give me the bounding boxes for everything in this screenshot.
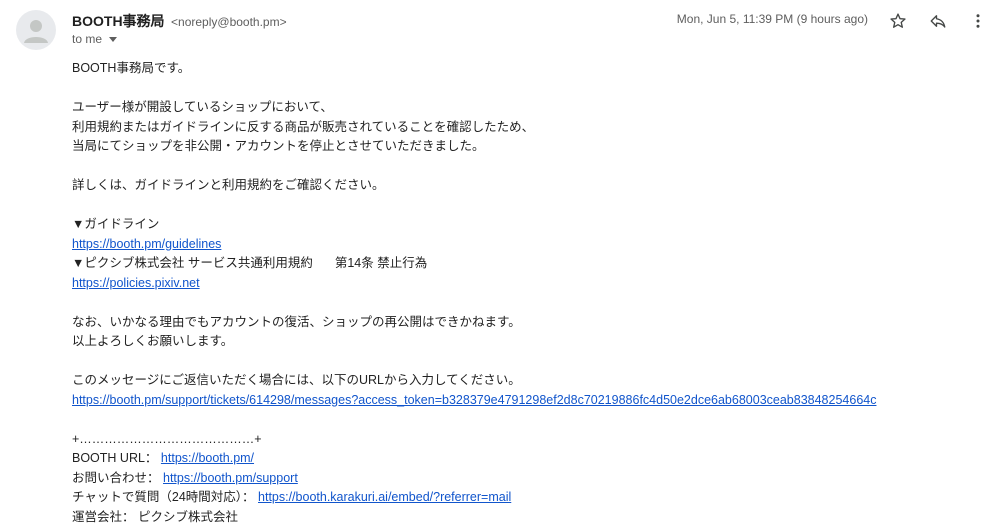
sender-avatar[interactable] [16, 10, 56, 50]
reply-icon [930, 15, 946, 28]
footer-company: 運営会社： ピクシブ株式会社 [72, 508, 992, 528]
footer-contact: お問い合わせ： https://booth.pm/support [72, 469, 992, 489]
contact-label: お問い合わせ： [72, 470, 160, 485]
footer-chat: チャットで質問（24時間対応）： https://booth.karakuri.… [72, 488, 992, 508]
support-ticket-link[interactable]: https://booth.pm/support/tickets/614298/… [72, 393, 876, 407]
chevron-down-icon [109, 37, 118, 42]
support-link[interactable]: https://booth.pm/support [163, 471, 298, 485]
company-label: 運営会社： [72, 509, 135, 524]
body-paragraph-line: 当局にてショップを非公開・アカウントを停止とさせていただきました。 [72, 139, 485, 153]
policies-link[interactable]: https://policies.pixiv.net [72, 276, 200, 290]
person-avatar-icon [24, 20, 48, 43]
body-paragraph-line: なお、いかなる理由でもアカウントの復活、ショップの再公開はできかねます。 [72, 314, 521, 329]
chat-label: チャットで質問（24時間対応）： [72, 490, 255, 504]
recipient-details-toggle[interactable]: to me [72, 32, 118, 46]
body-paragraph-line: ユーザー様が開設しているショップにおいて、 [72, 100, 333, 114]
company-name: ピクシブ株式会社 [138, 509, 239, 524]
body-paragraph-line: 利用規約またはガイドラインに反する商品が販売されていることを確認したため、 [72, 119, 535, 134]
sender-row: BOOTH事務局 <noreply@booth.pm> [72, 11, 287, 31]
guideline-heading: ▼ガイドライン [72, 217, 160, 231]
terms-heading-title: ▼ピクシブ株式会社 サービス共通利用規約 [72, 256, 313, 270]
email-body: BOOTH事務局です。 ユーザー様が開設しているショップにおいて、 利用規約また… [72, 59, 992, 527]
body-paragraph-line: 詳しくは、ガイドラインと利用規約をご確認ください。 [72, 178, 385, 192]
sender-email: <noreply@booth.pm> [171, 15, 287, 29]
footer-booth-url: BOOTH URL： https://booth.pm/ [72, 449, 992, 469]
body-paragraph-line: このメッセージにご返信いただく場合には、以下のURLから入力してください。 [72, 373, 521, 387]
email-date: Mon, Jun 5, 11:39 PM (9 hours ago) [676, 12, 868, 26]
recipient-label: to me [72, 32, 103, 46]
more-options-button[interactable] [966, 9, 990, 33]
more-vert-icon [976, 14, 980, 28]
booth-home-link[interactable]: https://booth.pm/ [161, 451, 254, 465]
footer-divider: +……………………………………+ [72, 431, 262, 446]
star-icon [890, 13, 906, 28]
terms-heading-article: 第14条 禁止行為 [334, 256, 428, 270]
star-button[interactable] [886, 9, 910, 33]
body-paragraph-line: 以上よろしくお願いします。 [72, 334, 234, 348]
sender-name[interactable]: BOOTH事務局 [72, 13, 165, 29]
guidelines-link[interactable]: https://booth.pm/guidelines [72, 237, 221, 251]
terms-heading: ▼ピクシブ株式会社 サービス共通利用規約 第14条 禁止行為 [72, 254, 992, 274]
booth-url-label: BOOTH URL： [72, 451, 158, 465]
reply-button[interactable] [926, 9, 950, 33]
chat-support-link[interactable]: https://booth.karakuri.ai/embed/?referre… [258, 490, 511, 504]
greeting-text: BOOTH事務局です。 [72, 61, 191, 75]
